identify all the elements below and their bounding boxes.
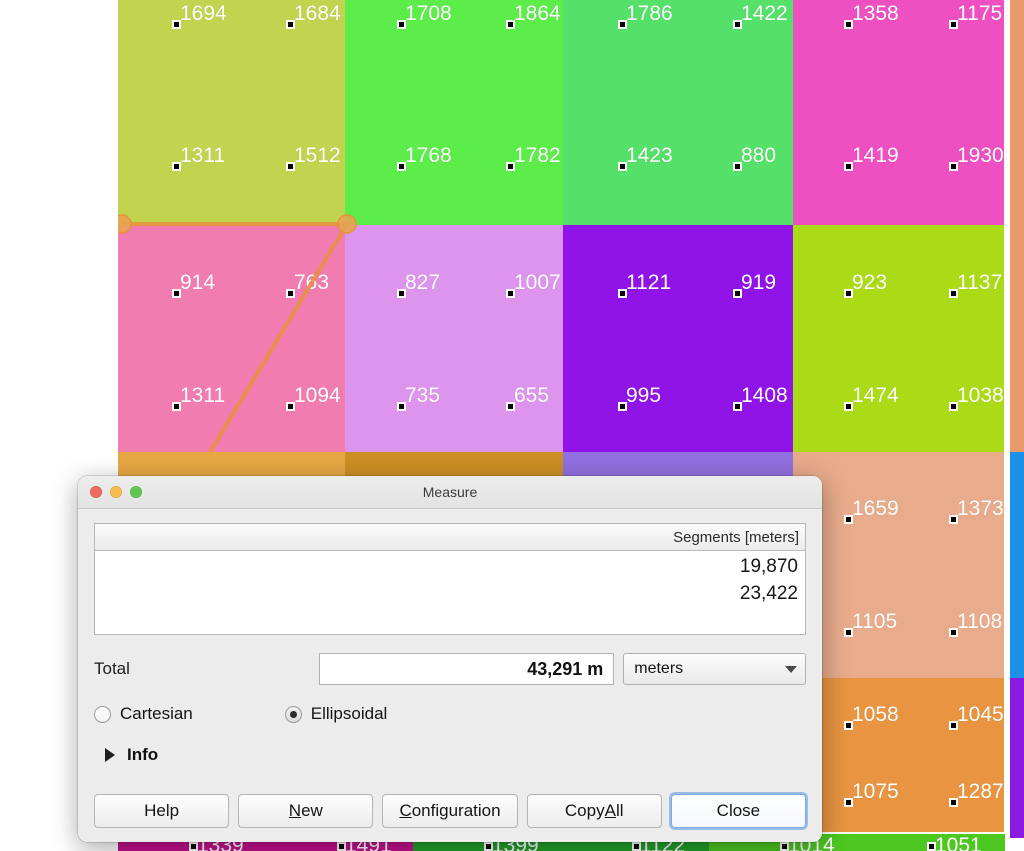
dialog-button-row: Help New Configuration Copy All Close: [94, 794, 807, 828]
raster-cell: [793, 0, 1004, 225]
segment-row[interactable]: 19,870: [95, 553, 805, 580]
info-disclosure[interactable]: Info: [94, 744, 806, 766]
point-value-label: 1708: [405, 2, 452, 25]
point-value-label: 1287: [957, 780, 1004, 803]
configuration-button[interactable]: Configuration: [382, 794, 518, 828]
radio-cartesian-indicator: [94, 705, 111, 723]
point-value-label: 1094: [294, 384, 341, 407]
point-value-label: 1659: [852, 497, 899, 520]
segments-column-header: Segments [meters]: [673, 528, 799, 546]
point-value-label: 1930: [957, 144, 1004, 167]
point-value-label: 1373: [957, 497, 1004, 520]
point-value-label: 914: [180, 271, 216, 294]
point-value-label: 1864: [514, 2, 561, 25]
point-value-label: 1786: [626, 2, 673, 25]
total-value-field[interactable]: 43,291 m: [318, 653, 615, 685]
raster-cell: [563, 225, 793, 452]
help-button[interactable]: Help: [94, 794, 230, 828]
chevron-right-icon: [105, 748, 115, 762]
measure-dialog[interactable]: Measure Segments [meters] 19,870 23,422 T…: [78, 476, 822, 842]
raster-cell: [345, 225, 563, 452]
point-value-label: 1058: [852, 703, 899, 726]
point-value-label: 1121: [626, 271, 672, 294]
chevron-down-icon: [785, 665, 797, 673]
point-value-label: 1782: [514, 144, 561, 167]
unit-select[interactable]: meters: [623, 653, 806, 685]
radio-ellipsoidal[interactable]: Ellipsoidal: [284, 704, 388, 724]
segments-list-rows[interactable]: 19,870 23,422: [95, 551, 805, 634]
point-value-label: 995: [626, 384, 662, 407]
point-value-label: 1408: [741, 384, 788, 407]
point-value-label: 1684: [294, 2, 341, 25]
point-value-label: 655: [514, 384, 550, 407]
segments-list-header: Segments [meters]: [95, 524, 805, 551]
segments-list[interactable]: Segments [meters] 19,870 23,422: [94, 523, 806, 635]
screen: 1694 1684 1311 1512 1708 1864 1768 1782 1786 1422…: [0, 0, 1024, 851]
info-label: Info: [127, 745, 159, 764]
total-row: Total 43,291 m meters: [94, 652, 806, 686]
raster-edge-strip: [1010, 678, 1024, 838]
window-controls[interactable]: [90, 486, 142, 498]
point-value-label: 1474: [852, 384, 899, 407]
point-value-label: 1694: [180, 2, 227, 25]
raster-cell: [793, 678, 1004, 832]
raster-cell: [793, 452, 1004, 678]
point-value-label: 1512: [294, 144, 341, 167]
point-value-label: 1108: [957, 610, 1003, 633]
point-value-label: 827: [405, 271, 441, 294]
close-button[interactable]: Close: [670, 794, 807, 828]
point-value-label: 1311: [180, 144, 226, 167]
dialog-title: Measure: [422, 484, 478, 500]
radio-ellipsoidal-label: Ellipsoidal: [310, 704, 388, 723]
point-value-label: 923: [852, 271, 888, 294]
point-value-label: 1422: [741, 2, 788, 25]
new-button[interactable]: New: [238, 794, 374, 828]
copy-all-button[interactable]: Copy All: [526, 794, 662, 828]
point-value-label: 735: [405, 384, 441, 407]
raster-cell: [793, 225, 1004, 452]
point-value-label: 763: [294, 271, 330, 294]
point-value-label: 1051: [935, 834, 982, 851]
point-value-label: 1311: [180, 384, 226, 407]
total-label: Total: [94, 659, 130, 678]
raster-edge-strip: [1010, 452, 1024, 678]
raster-cell: [563, 0, 793, 225]
point-value-label: 1038: [957, 384, 1004, 407]
dialog-titlebar[interactable]: Measure: [78, 476, 822, 509]
unit-select-value: meters: [634, 660, 684, 677]
point-value-label: 919: [741, 271, 777, 294]
minimize-window-button[interactable]: [110, 486, 122, 498]
radio-cartesian-label: Cartesian: [120, 704, 193, 723]
point-value-label: 1175: [957, 2, 1003, 25]
point-value-label: 1105: [852, 610, 898, 633]
segment-row[interactable]: 23,422: [95, 580, 805, 607]
raster-cell: [118, 0, 345, 225]
zoom-window-button[interactable]: [130, 486, 142, 498]
point-value-label: 1768: [405, 144, 452, 167]
measure-method-group: Cartesian Ellipsoidal: [94, 702, 806, 726]
dialog-body: Segments [meters] 19,870 23,422 Total 43,…: [78, 509, 822, 766]
point-value-label: 1423: [626, 144, 673, 167]
point-value-label: 1419: [852, 144, 899, 167]
point-value-label: 1045: [957, 703, 1004, 726]
point-value-label: 1075: [852, 780, 899, 803]
raster-edge-strip: [1010, 0, 1024, 452]
raster-cell: [345, 0, 563, 225]
radio-ellipsoidal-indicator: [284, 705, 302, 723]
point-value-label: 1137: [957, 271, 1003, 294]
raster-cell: [118, 225, 345, 452]
point-value-label: 880: [741, 144, 777, 167]
radio-cartesian[interactable]: Cartesian: [94, 704, 193, 724]
point-value-label: 1358: [852, 2, 899, 25]
point-value-label: 1007: [514, 271, 561, 294]
close-window-button[interactable]: [90, 486, 102, 498]
